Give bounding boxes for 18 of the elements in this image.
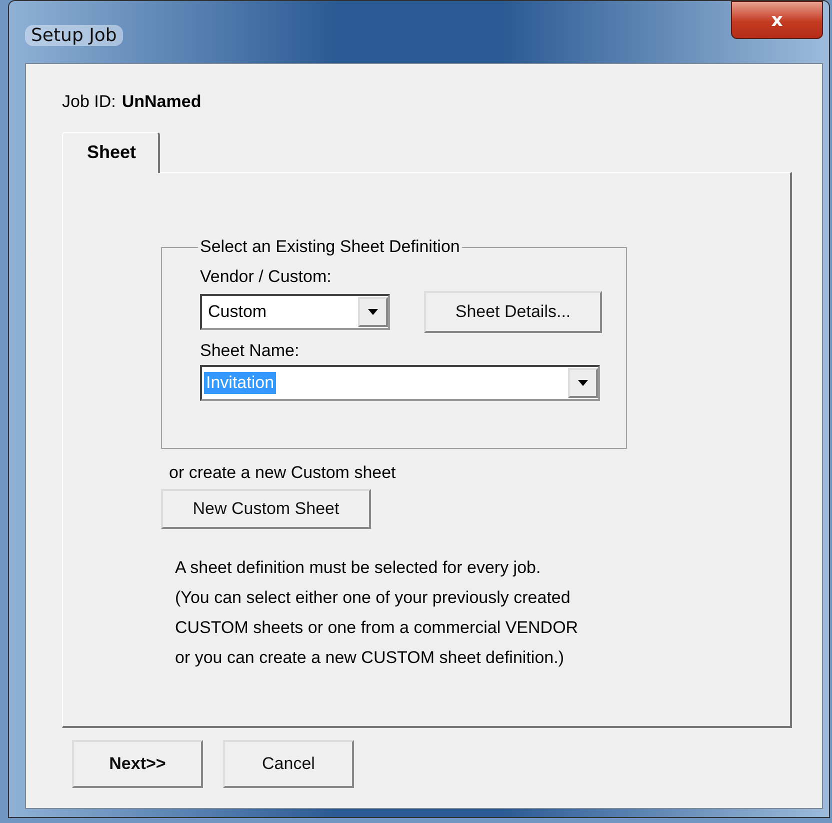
dropdown-arrow-icon [368,309,378,315]
note-text: A sheet definition must be selected for every job. [175,557,542,579]
note-text: (You can select either one of your previously created CUSTOM sheets or one from a commercial VENDOR or you can create a new CUSTOM sheet definition.) [175,587,578,669]
dialog-button[interactable]: Cancel [223,740,354,788]
dropdown-arrow-icon [578,380,588,386]
job-id-value: UnNamed [122,92,202,112]
job-id-label: Job ID: [62,92,116,112]
vendor-dropdown[interactable]: Custom [200,294,390,330]
close-button[interactable]: x [731,1,823,39]
vendor-label: Vendor / Custom: [200,267,332,287]
window-title: Setup Job [25,25,123,46]
dialog-button[interactable]: Next>> [72,740,203,788]
tab[interactable]: Sheet [62,132,160,173]
new-custom-sheet-button[interactable]: New Custom Sheet [161,489,371,529]
group-title: Select an Existing Sheet Definition [199,237,461,257]
sheet-name-label: Sheet Name: [200,341,300,361]
create-hint: or create a new Custom sheet [169,463,396,483]
sheet-details-button[interactable]: Sheet Details... [424,291,602,333]
